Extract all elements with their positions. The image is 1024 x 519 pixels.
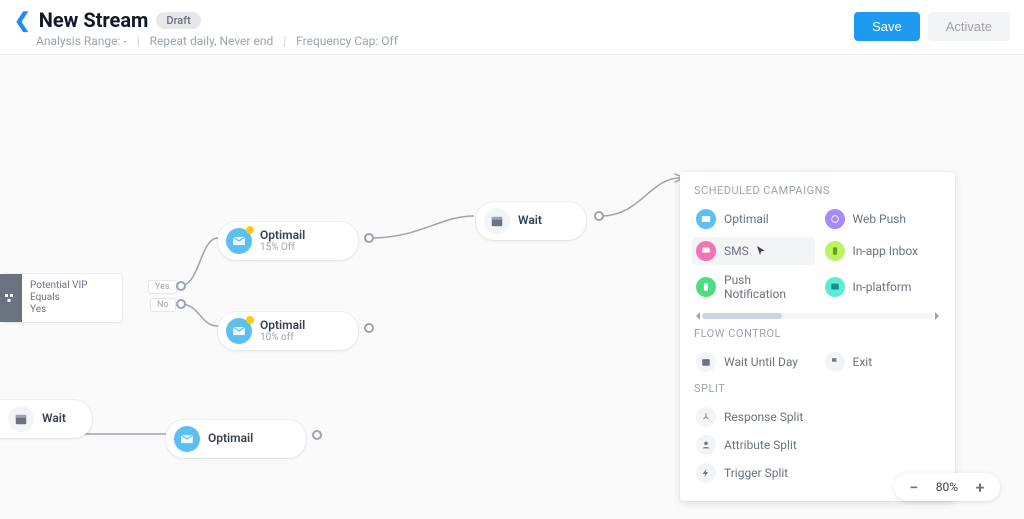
palette-item-attribute-split[interactable]: Attribute Split xyxy=(692,431,943,459)
decision-yes-port[interactable] xyxy=(176,281,186,291)
node-wait-left[interactable]: Wait xyxy=(0,400,92,438)
palette-item-response-split[interactable]: Response Split xyxy=(692,403,943,431)
palette-section-flow: FLOW CONTROL xyxy=(694,327,943,340)
node-optimail-1[interactable]: Optimail 15% Off xyxy=(218,222,358,260)
zoom-control: − 80% + xyxy=(894,473,1000,501)
analysis-range: Analysis Range: - xyxy=(36,34,127,48)
activate-button[interactable]: Activate xyxy=(928,12,1010,41)
node-title: Wait xyxy=(42,412,66,425)
mail-icon xyxy=(226,228,252,254)
palette-item-push[interactable]: Push Notification xyxy=(692,269,815,305)
palette-item-webpush[interactable]: Web Push xyxy=(821,205,944,233)
palette-item-inplatform[interactable]: In-platform xyxy=(821,269,944,305)
globe-icon xyxy=(825,209,845,229)
phone-icon xyxy=(825,241,845,261)
calendar-icon xyxy=(696,352,716,372)
palette-section-scheduled: SCHEDULED CAMPAIGNS xyxy=(694,184,943,197)
notification-dot xyxy=(246,316,254,324)
repeat-label: Repeat daily, Never end xyxy=(150,34,274,48)
zoom-value: 80% xyxy=(936,480,958,494)
decision-no-label: No xyxy=(150,298,176,312)
status-badge: Draft xyxy=(156,12,200,29)
zoom-in-button[interactable]: + xyxy=(970,477,990,497)
notification-dot xyxy=(246,226,254,234)
save-button[interactable]: Save xyxy=(854,12,920,41)
palette-item-exit[interactable]: Exit xyxy=(821,348,944,376)
branch-icon xyxy=(696,407,716,427)
page-title: New Stream xyxy=(39,8,149,32)
node-title: Wait xyxy=(518,214,542,227)
header: ❮ New Stream Draft Analysis Range: - | R… xyxy=(0,0,1024,55)
node-title: Optimail xyxy=(208,432,253,445)
phone-icon xyxy=(696,277,716,297)
palette-section-split: SPLIT xyxy=(694,382,943,395)
node-optimail-3-out[interactable] xyxy=(312,430,322,440)
decision-node[interactable]: Potential VIP Equals Yes xyxy=(2,274,122,322)
back-button[interactable]: ❮ xyxy=(14,8,31,32)
cursor-icon xyxy=(755,245,767,257)
node-optimail-2-out[interactable] xyxy=(364,323,374,333)
node-wait-top[interactable]: Wait xyxy=(476,202,586,240)
node-subtitle: 10% off xyxy=(260,332,305,343)
calendar-icon xyxy=(8,406,34,432)
split-icon xyxy=(0,274,22,322)
palette-item-optimail[interactable]: Optimail xyxy=(692,205,815,233)
chat-icon xyxy=(696,241,716,261)
layout-icon xyxy=(825,277,845,297)
node-optimail-3[interactable]: Optimail xyxy=(166,420,306,458)
node-title: Optimail xyxy=(260,229,305,242)
palette-scrollbar[interactable] xyxy=(692,311,943,321)
node-optimail-1-out[interactable] xyxy=(364,233,374,243)
person-icon xyxy=(696,435,716,455)
mail-icon xyxy=(696,209,716,229)
mail-icon xyxy=(174,426,200,452)
palette-item-sms[interactable]: SMS xyxy=(692,237,815,265)
decision-no-port[interactable] xyxy=(176,299,186,309)
node-subtitle: 15% Off xyxy=(260,242,305,253)
flag-icon xyxy=(825,352,845,372)
decision-title: Potential VIP Equals xyxy=(30,280,114,304)
decision-yes-label: Yes xyxy=(148,280,177,294)
calendar-icon xyxy=(484,208,510,234)
flow-canvas[interactable]: Potential VIP Equals Yes Yes No Optimail… xyxy=(0,56,1024,519)
zoom-out-button[interactable]: − xyxy=(904,477,924,497)
node-palette: SCHEDULED CAMPAIGNS Optimail Web Push SM… xyxy=(680,172,955,501)
node-title: Optimail xyxy=(260,319,305,332)
decision-value: Yes xyxy=(30,304,114,316)
freq-cap-label: Frequency Cap: Off xyxy=(296,34,398,48)
palette-item-wait-until-day[interactable]: Wait Until Day xyxy=(692,348,815,376)
mail-icon xyxy=(226,318,252,344)
bolt-icon xyxy=(696,463,716,483)
node-optimail-2[interactable]: Optimail 10% off xyxy=(218,312,358,350)
node-wait-top-out[interactable] xyxy=(594,211,604,221)
palette-item-inapp-inbox[interactable]: In-app Inbox xyxy=(821,237,944,265)
